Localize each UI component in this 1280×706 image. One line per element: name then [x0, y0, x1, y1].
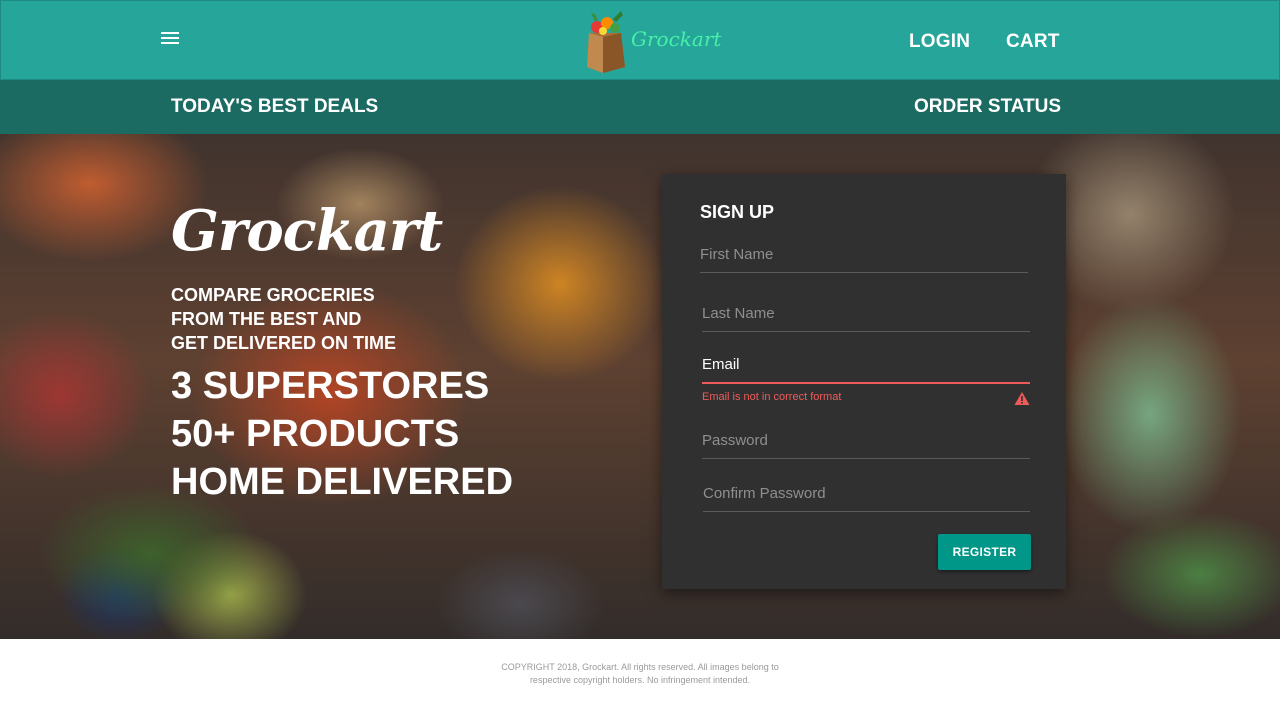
tagline-line: COMPARE GROCERIES	[171, 285, 375, 305]
password-field[interactable]	[702, 432, 1030, 459]
email-error-message: Email is not in correct format	[702, 391, 842, 403]
login-link[interactable]: LOGIN	[909, 31, 970, 53]
email-field[interactable]	[702, 356, 1030, 384]
hero-brand-title: Grockart	[171, 198, 443, 264]
tagline-line: GET DELIVERED ON TIME	[171, 333, 397, 353]
first-name-field-wrapper	[700, 246, 1028, 273]
first-name-field[interactable]	[700, 246, 1028, 273]
stat-line: 50+ PRODUCTS	[171, 413, 460, 455]
grocery-bag-icon	[587, 11, 625, 73]
warning-triangle-icon	[1014, 392, 1030, 405]
register-button[interactable]: REGISTER	[938, 534, 1031, 570]
last-name-field-wrapper	[702, 305, 1030, 332]
last-name-field[interactable]	[702, 305, 1030, 332]
hero-stats: 3 SUPERSTORES 50+ PRODUCTS HOME DELIVERE…	[171, 362, 513, 506]
confirm-password-field[interactable]	[703, 485, 1030, 512]
copyright-text: COPYRIGHT 2018, Grockart. All rights res…	[480, 661, 800, 687]
hero-tagline: COMPARE GROCERIES FROM THE BEST AND GET …	[171, 283, 491, 355]
tagline-line: FROM THE BEST AND	[171, 309, 362, 329]
stat-line: HOME DELIVERED	[171, 461, 514, 503]
hamburger-menu-icon[interactable]	[161, 29, 183, 53]
top-header: Grockart LOGIN CART	[0, 0, 1280, 80]
email-field-wrapper	[702, 356, 1030, 384]
order-status-link[interactable]: ORDER STATUS	[914, 96, 1061, 118]
copyright-line: respective copyright holders. No infring…	[529, 675, 751, 685]
signup-title: SIGN UP	[700, 202, 775, 222]
grockart-logo[interactable]: Grockart	[583, 9, 721, 75]
stat-line: 3 SUPERSTORES	[171, 365, 490, 407]
sub-navigation: TODAY'S BEST DEALS ORDER STATUS	[0, 80, 1280, 134]
todays-best-deals-link[interactable]: TODAY'S BEST DEALS	[171, 96, 378, 118]
cart-link[interactable]: CART	[1006, 31, 1060, 53]
email-error-row: Email is not in correct format	[702, 391, 1030, 409]
confirm-password-field-wrapper	[703, 485, 1030, 512]
logo-text: Grockart	[631, 27, 722, 51]
copyright-line: COPYRIGHT 2018, Grockart. All rights res…	[501, 662, 779, 672]
footer: COPYRIGHT 2018, Grockart. All rights res…	[0, 639, 1280, 706]
signup-card: SIGN UP Email is not in correct format R…	[662, 174, 1066, 589]
password-field-wrapper	[702, 432, 1030, 459]
